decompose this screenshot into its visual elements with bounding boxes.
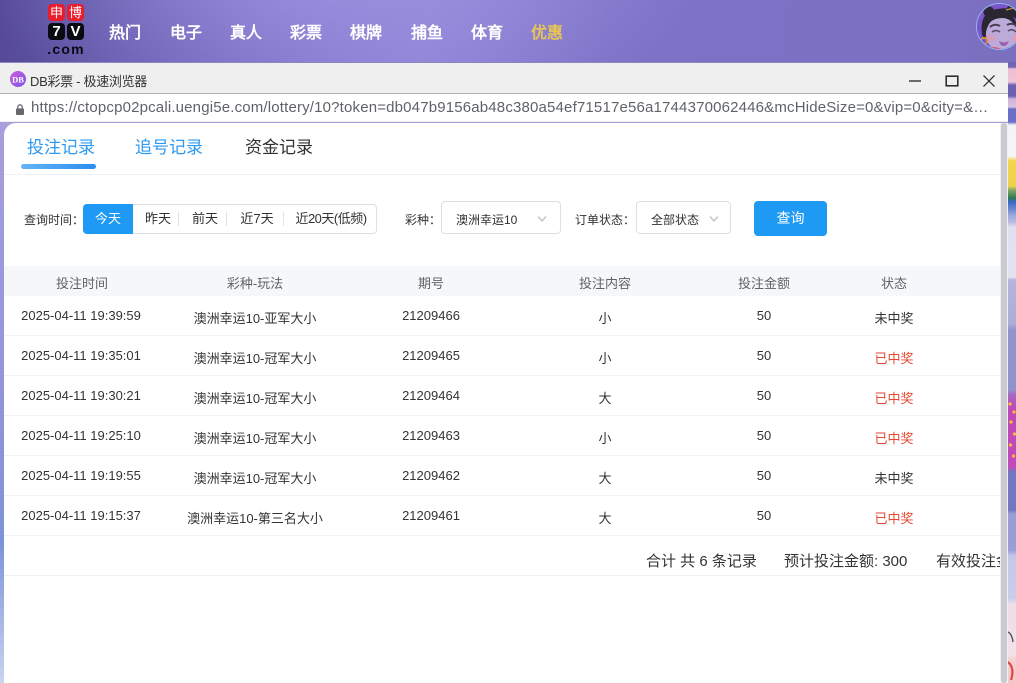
svg-text:DB: DB (12, 74, 24, 84)
